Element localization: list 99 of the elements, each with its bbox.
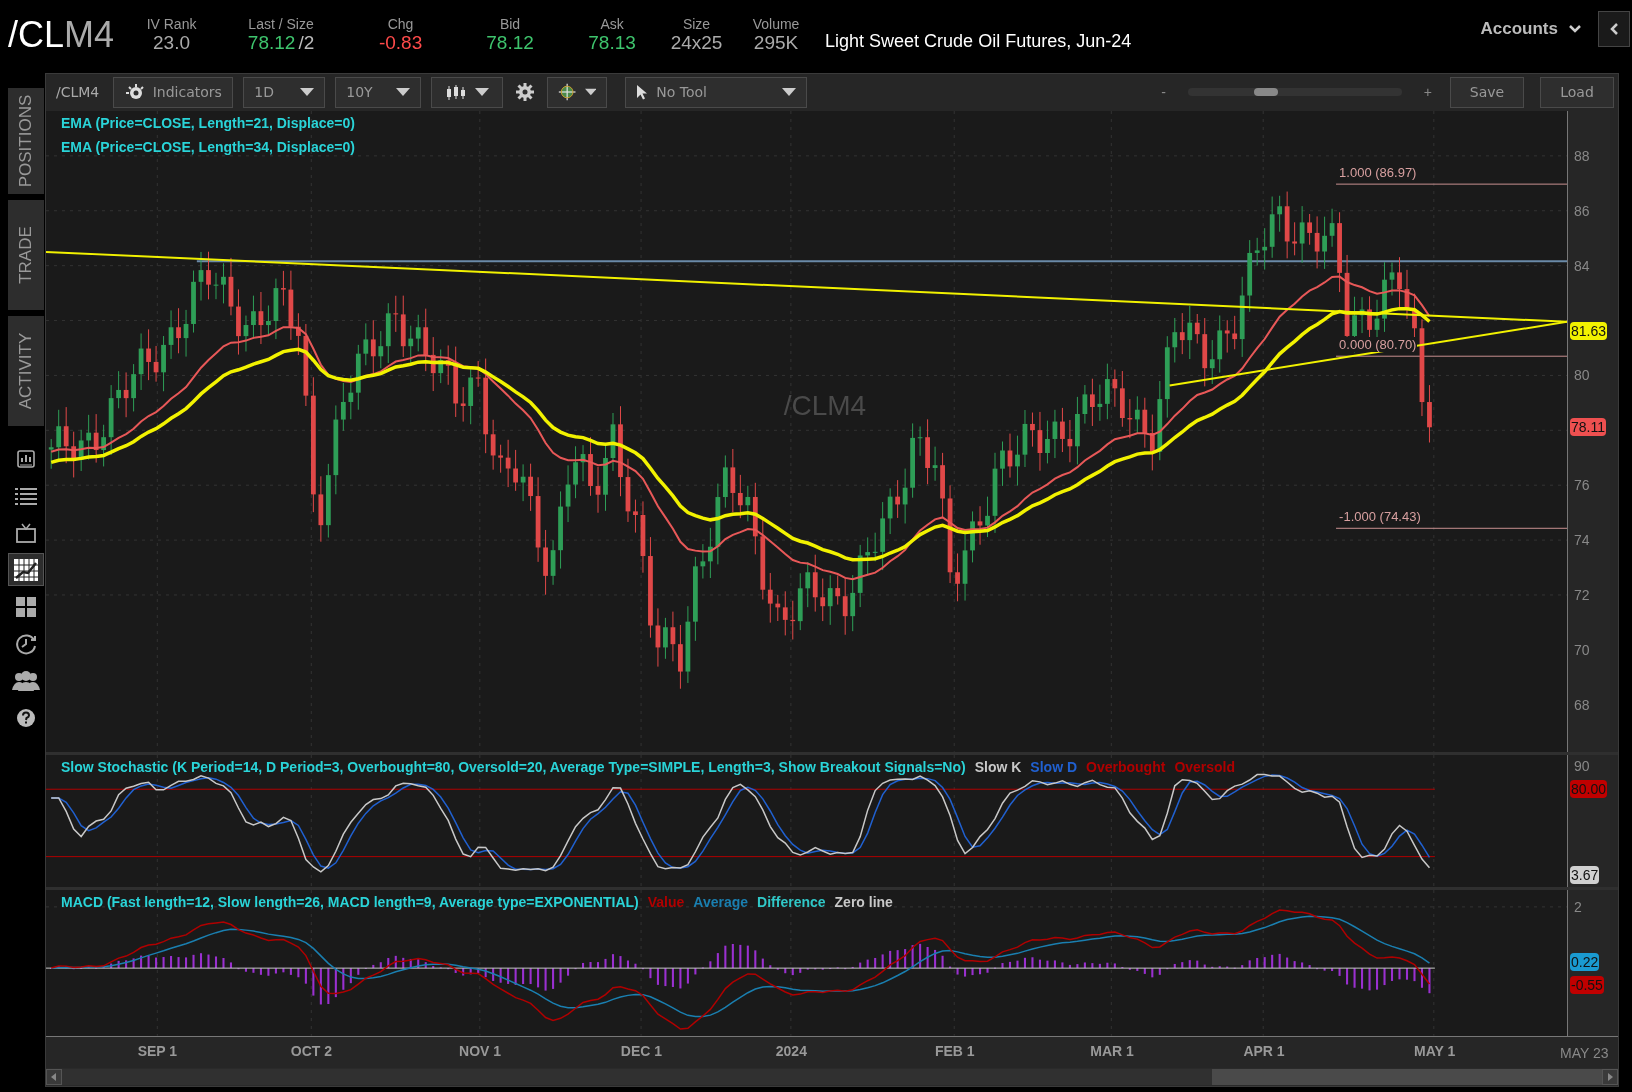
stat-label: Volume <box>752 16 800 32</box>
stat-value: 24x25 <box>670 32 723 54</box>
axis-label: 88 <box>1574 147 1590 164</box>
date-label: OCT 2 <box>290 1043 333 1060</box>
instrument-description: Light Sweet Crude Oil Futures, Jun-24 <box>825 30 1132 52</box>
stat-label: Bid <box>499 16 521 32</box>
sidebar-tab[interactable]: ACTIVITY <box>8 316 44 426</box>
zoom-slider[interactable] <box>1187 88 1402 97</box>
sidebar-tab[interactable]: POSITIONS <box>8 88 44 194</box>
stat-extra: /2 <box>298 32 315 54</box>
stat-label: IV Rank <box>146 16 197 32</box>
indicators-button[interactable]: Indicators <box>113 76 234 108</box>
zoom-out-button[interactable]: - <box>1159 82 1168 103</box>
fibonacci-label: 0.000 (80.70) <box>1338 337 1418 353</box>
study-label: MACD (Fast length=12, Slow length=26, MACD length=9, Average type=EXPONENTIAL) <box>61 894 639 911</box>
chart-symbol: /CLM4 <box>56 84 100 101</box>
stat-value: 78.12 <box>486 32 534 54</box>
stat-value: 23.0 <box>153 32 191 54</box>
accounts-button[interactable]: Accounts <box>1476 15 1586 43</box>
grid-icon <box>14 595 37 618</box>
stat-label: Chg <box>387 16 414 32</box>
date-label: NOV 1 <box>459 1043 502 1060</box>
date-label: FEB 1 <box>934 1043 975 1060</box>
collapse-button[interactable] <box>1598 11 1630 47</box>
study-label: Slow Stochastic (K Period=14, D Period=3, Overbought=80, Oversold=20, Average Type=SIMPLE, Length=3, Show Breakout Signals=No) <box>61 758 966 775</box>
axis-label: 70 <box>1574 641 1590 658</box>
legend-label: Oversold <box>1174 758 1236 775</box>
aggregation-dropdown[interactable]: 1D <box>243 76 326 108</box>
study-label: EMA (Price=CLOSE, Length=34, Displace=0) <box>61 138 355 155</box>
symbol-root: /CL <box>8 14 65 55</box>
value-badge: 0.22 <box>1570 952 1600 971</box>
axis-label: 68 <box>1574 696 1590 713</box>
axis-label: 86 <box>1574 202 1590 219</box>
symbol-suffix: M4 <box>64 14 115 55</box>
chevron-left-icon <box>1609 22 1619 36</box>
horizontal-scrollbar[interactable] <box>46 1068 1618 1086</box>
date-label: SEP 1 <box>137 1043 178 1060</box>
price-badge: 81.63 <box>1570 321 1608 340</box>
chart-icon <box>12 557 39 582</box>
stat-value: 78.13 <box>588 32 636 54</box>
stat-label: Ask <box>600 16 624 32</box>
stat-label: Size <box>682 16 711 32</box>
date-label: DEC 1 <box>620 1043 663 1060</box>
sidebar-tab[interactable]: TRADE <box>8 200 44 310</box>
axis-label: 80 <box>1574 367 1590 384</box>
zoom-slider-thumb[interactable] <box>1254 88 1279 97</box>
zoom-in-button[interactable]: + <box>1421 82 1434 103</box>
axis-label: 76 <box>1574 477 1590 494</box>
date-label: APR 1 <box>1243 1043 1285 1060</box>
stat-value: 295K <box>753 32 799 54</box>
timeframe-dropdown[interactable]: 10Y <box>335 76 422 108</box>
caret-icon <box>782 88 797 97</box>
caret-icon <box>300 88 315 97</box>
value-badge: -0.55 <box>1570 976 1604 995</box>
caret-icon <box>475 88 490 97</box>
value-badge: 80.00 <box>1570 779 1608 798</box>
legend-label: Slow D <box>1030 758 1078 775</box>
settings-icon <box>515 82 536 103</box>
axis-label: 72 <box>1574 586 1590 603</box>
drawing-tool-dropdown[interactable]: No Tool <box>625 76 808 108</box>
save-button[interactable]: Save <box>1450 76 1524 108</box>
legend-label: Average <box>693 894 749 911</box>
axis-label: 84 <box>1574 257 1590 274</box>
sidebar-tool[interactable] <box>7 553 44 586</box>
people-icon <box>10 669 41 692</box>
gear-icon <box>124 83 145 102</box>
stat-label: Last / Size <box>248 16 314 32</box>
date-label: MAY 23 <box>1560 1044 1609 1061</box>
fibonacci-label: 1.000 (86.97) <box>1338 165 1418 181</box>
chevron-icon <box>1568 24 1582 34</box>
axis-label: 2 <box>1574 899 1582 916</box>
stat-value: -0.83 <box>378 32 423 54</box>
load-button[interactable]: Load <box>1540 76 1614 108</box>
tv-icon <box>14 521 37 544</box>
date-label: MAR 1 <box>1090 1043 1134 1060</box>
price-badge: 78.11 <box>1570 418 1606 437</box>
legend-label: Slow K <box>974 758 1022 775</box>
legend-label: Zero line <box>834 894 893 911</box>
caret-icon <box>584 88 597 97</box>
chart-type-dropdown[interactable] <box>431 76 504 108</box>
drawing-set-dropdown[interactable] <box>547 76 608 108</box>
study-label: EMA (Price=CLOSE, Length=21, Displace=0) <box>61 114 355 131</box>
axis-label: 74 <box>1574 532 1590 548</box>
legend-label: Overbought <box>1086 758 1166 775</box>
axis-label: 90 <box>1574 757 1590 774</box>
value-badge: 3.67 <box>1570 865 1600 884</box>
legend-label: Value <box>647 894 685 911</box>
stat-value: 78.12 <box>247 32 296 54</box>
cursor-icon <box>636 84 649 101</box>
candlestick-icon <box>445 84 468 101</box>
date-label: MAY 1 <box>1414 1043 1456 1060</box>
caret-icon <box>396 88 411 97</box>
legend-label: Difference <box>757 894 826 911</box>
list-icon <box>13 485 38 506</box>
fibonacci-label: -1.000 (74.43) <box>1338 509 1422 525</box>
date-label: 2024 <box>775 1043 807 1060</box>
clock-icon <box>13 631 38 656</box>
report-icon <box>15 448 36 469</box>
help-icon <box>15 707 36 728</box>
